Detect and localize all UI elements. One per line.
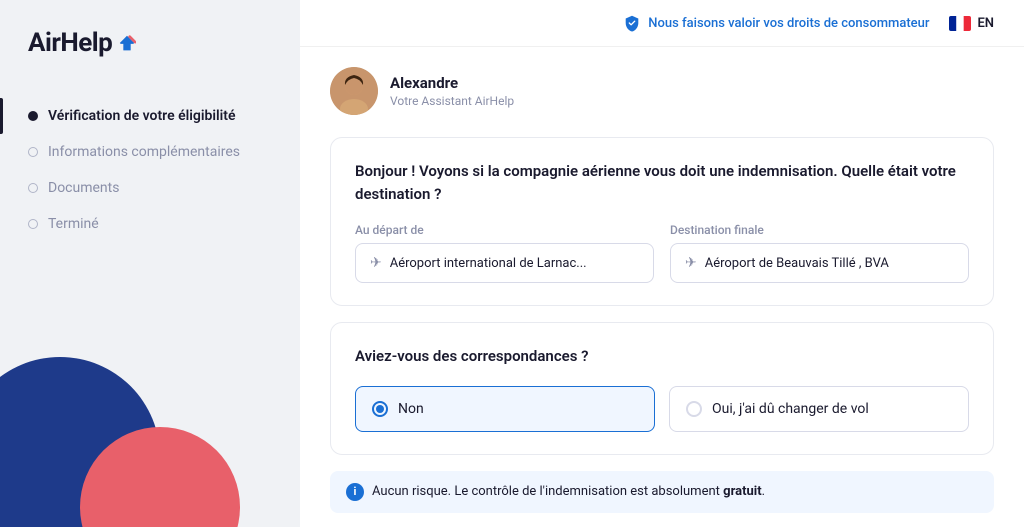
trust-text: Nous faisons valoir vos droits de consom… <box>648 16 929 31</box>
topbar: Nous faisons valoir vos droits de consom… <box>300 0 1024 47</box>
logo-icon <box>118 34 136 52</box>
option-non[interactable]: Non <box>355 386 655 432</box>
sidebar-item-termine[interactable]: Terminé <box>0 206 300 242</box>
destination-question: Bonjour ! Voyons si la compagnie aérienn… <box>355 160 969 205</box>
lang-selector[interactable]: EN <box>949 16 994 31</box>
trust-badge: Nous faisons valoir vos droits de consom… <box>623 14 929 32</box>
info-text: Aucun risque. Le contrôle de l'indemnisa… <box>372 484 765 499</box>
main-content: Nous faisons valoir vos droits de consom… <box>300 0 1024 527</box>
sidebar-item-documents[interactable]: Documents <box>0 170 300 206</box>
radio-circle-non <box>372 401 388 417</box>
sidebar-label-eligibility: Vérification de votre éligibilité <box>48 108 236 124</box>
option-non-label: Non <box>398 401 424 417</box>
sidebar-label-termine: Terminé <box>48 216 99 232</box>
departure-field-group: Au départ de ✈ Aéroport international de… <box>355 223 654 283</box>
destination-value: Aéroport de Beauvais Tillé , BVA <box>705 256 889 271</box>
destination-field-group: Destination finale ✈ Aéroport de Beauvai… <box>670 223 969 283</box>
correspondances-card: Aviez-vous des correspondances ? Non Oui… <box>330 322 994 455</box>
info-text-suffix: . <box>762 484 765 499</box>
plane-destination-icon: ✈ <box>685 255 697 271</box>
airport-row: Au départ de ✈ Aéroport international de… <box>355 223 969 283</box>
avatar <box>330 67 378 115</box>
flag-icon <box>949 16 971 31</box>
logo-area: AirHelp <box>0 28 300 98</box>
departure-label: Au départ de <box>355 223 654 237</box>
sidebar-item-informations[interactable]: Informations complémentaires <box>0 134 300 170</box>
assistant-header: Alexandre Votre Assistant AirHelp <box>330 67 994 115</box>
avatar-svg <box>330 67 378 115</box>
info-text-main: Aucun risque. Le contrôle de l'indemnisa… <box>372 484 723 499</box>
content-area: Alexandre Votre Assistant AirHelp Bonjou… <box>300 47 1024 527</box>
info-icon: i <box>346 483 364 501</box>
sidebar: AirHelp Vérification de votre éligibilit… <box>0 0 300 527</box>
radio-row: Non Oui, j'ai dû changer de vol <box>355 386 969 432</box>
logo-text: AirHelp <box>28 28 112 58</box>
assistant-title: Votre Assistant AirHelp <box>390 94 514 108</box>
sidebar-label-documents: Documents <box>48 180 119 196</box>
nav-dot-eligibility <box>28 111 38 121</box>
nav-list: Vérification de votre éligibilité Inform… <box>0 98 300 242</box>
nav-dot-documents <box>28 183 38 193</box>
info-bar: i Aucun risque. Le contrôle de l'indemni… <box>330 471 994 513</box>
option-oui-label: Oui, j'ai dû changer de vol <box>712 401 869 417</box>
departure-input[interactable]: ✈ Aéroport international de Larnac... <box>355 243 654 283</box>
option-oui[interactable]: Oui, j'ai dû changer de vol <box>669 386 969 432</box>
lang-text: EN <box>977 16 994 31</box>
destination-label: Destination finale <box>670 223 969 237</box>
info-text-bold: gratuit <box>723 484 761 499</box>
nav-dot-informations <box>28 147 38 157</box>
nav-dot-termine <box>28 219 38 229</box>
sidebar-item-eligibility[interactable]: Vérification de votre éligibilité <box>0 98 300 134</box>
plane-departure-icon: ✈ <box>370 255 382 271</box>
sidebar-label-informations: Informations complémentaires <box>48 144 240 160</box>
logo: AirHelp <box>28 28 272 58</box>
correspondances-question: Aviez-vous des correspondances ? <box>355 345 969 368</box>
shield-icon <box>623 14 641 32</box>
destination-input[interactable]: ✈ Aéroport de Beauvais Tillé , BVA <box>670 243 969 283</box>
assistant-name: Alexandre <box>390 74 514 92</box>
assistant-info: Alexandre Votre Assistant AirHelp <box>390 74 514 108</box>
radio-circle-oui <box>686 401 702 417</box>
departure-value: Aéroport international de Larnac... <box>390 256 587 271</box>
destination-card: Bonjour ! Voyons si la compagnie aérienn… <box>330 137 994 306</box>
